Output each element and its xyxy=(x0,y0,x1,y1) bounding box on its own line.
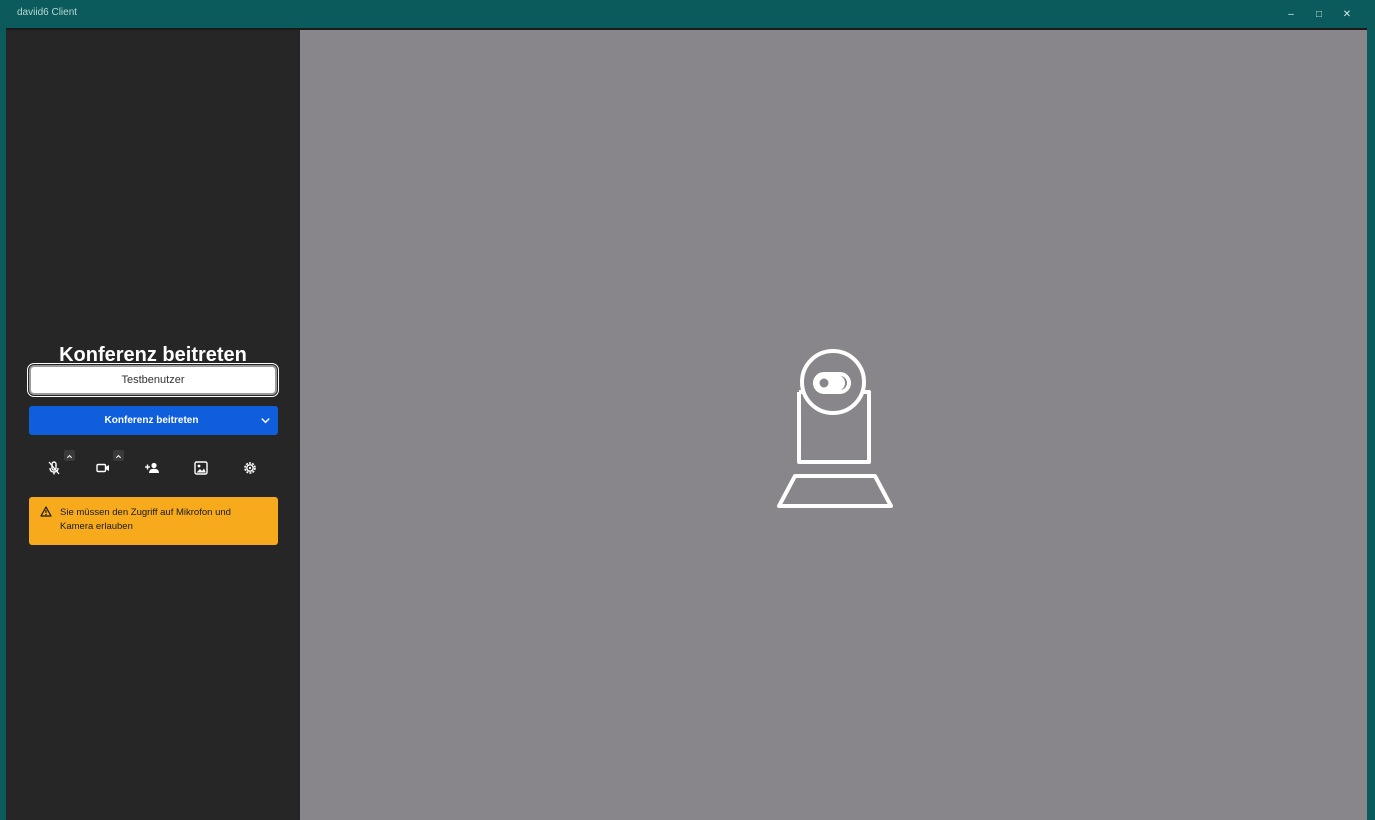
chevron-up-icon xyxy=(66,447,73,465)
microphone-button[interactable] xyxy=(42,458,66,482)
video-preview-area xyxy=(300,30,1367,820)
minimize-button[interactable]: – xyxy=(1277,6,1305,22)
chevron-down-icon[interactable] xyxy=(252,415,278,426)
camera-options-caret[interactable] xyxy=(113,450,124,461)
page-title: Konferenz beitreten xyxy=(59,344,247,366)
camera-icon xyxy=(95,460,111,481)
join-conference-button-label: Konferenz beitreten xyxy=(104,415,199,426)
camera-off-laptop-icon xyxy=(755,348,915,513)
prejoin-panel: Konferenz beitreten Konferenz beitreten xyxy=(6,30,300,820)
settings-icon xyxy=(242,460,258,481)
window-border-right xyxy=(1367,28,1375,820)
app-window: daviid6 Client – □ ✕ Konferenz beitreten… xyxy=(0,0,1375,820)
warning-icon xyxy=(40,506,52,522)
window-controls: – □ ✕ xyxy=(1277,6,1361,22)
camera-button[interactable] xyxy=(91,458,115,482)
window-title: daviid6 Client xyxy=(17,7,78,18)
virtual-background-button[interactable] xyxy=(189,458,213,482)
invite-button[interactable] xyxy=(140,458,164,482)
microphone-icon xyxy=(46,460,62,481)
join-conference-button[interactable]: Konferenz beitreten xyxy=(29,406,278,435)
chevron-up-icon xyxy=(115,447,122,465)
media-toolbar xyxy=(29,450,278,486)
permission-warning-text: Sie müssen den Zugriff auf Mikrofon und … xyxy=(60,507,231,532)
title-bar[interactable]: daviid6 Client – □ ✕ xyxy=(0,0,1375,28)
permission-warning: Sie müssen den Zugriff auf Mikrofon und … xyxy=(29,497,278,545)
microphone-options-caret[interactable] xyxy=(64,450,75,461)
close-button[interactable]: ✕ xyxy=(1333,6,1361,22)
maximize-button[interactable]: □ xyxy=(1305,6,1333,22)
settings-button[interactable] xyxy=(238,458,262,482)
background-icon xyxy=(193,460,209,481)
display-name-input[interactable] xyxy=(27,363,279,397)
invite-person-icon xyxy=(144,460,160,481)
